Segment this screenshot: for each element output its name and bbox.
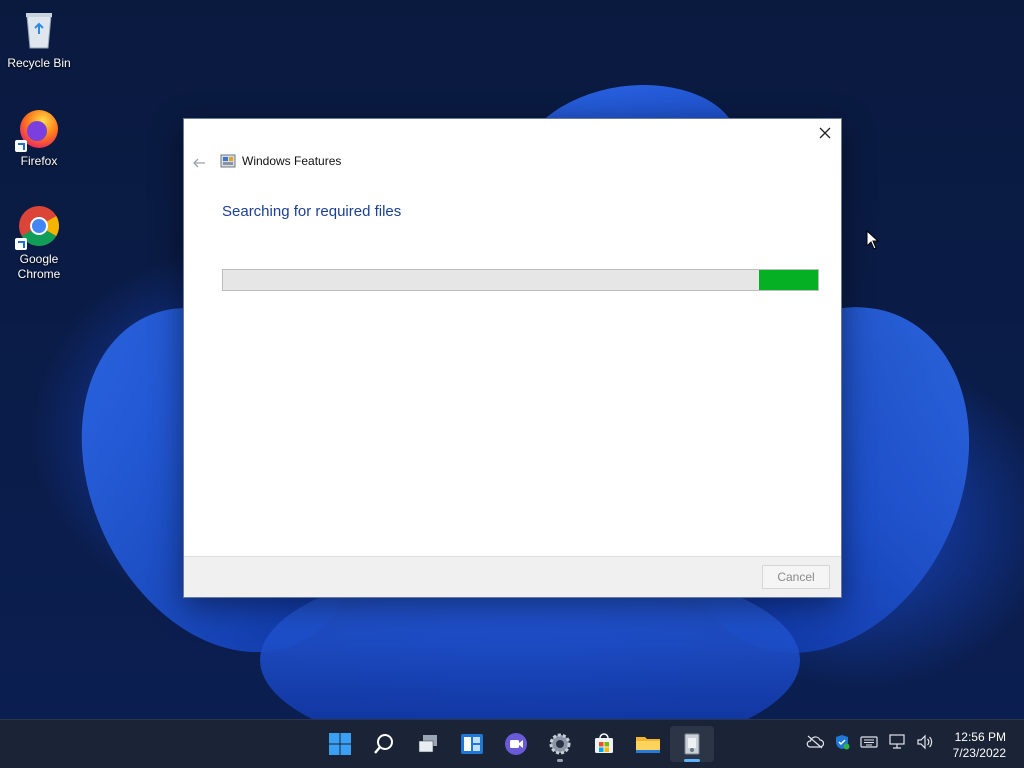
widgets-icon [461, 734, 483, 754]
clock-date: 7/23/2022 [952, 746, 1006, 760]
clock-time: 12:56 PM [954, 730, 1006, 744]
keyboard-icon[interactable] [860, 735, 878, 749]
desktop-icon-label: Google Chrome [17, 252, 61, 281]
task-view-icon [418, 735, 437, 753]
windows-features-icon [684, 733, 700, 755]
cloud-offline-icon[interactable] [806, 735, 824, 749]
close-button[interactable] [809, 119, 841, 147]
task-view-button[interactable] [406, 726, 450, 762]
recycle-bin-icon [17, 8, 61, 52]
progress-bar [222, 269, 819, 291]
desktop-icon-label: Recycle Bin [7, 56, 71, 70]
store-icon [595, 733, 613, 753]
dialog-footer: Cancel [184, 556, 841, 597]
start-button[interactable] [318, 726, 362, 762]
taskbar-apps [318, 726, 714, 762]
search-icon [374, 734, 393, 754]
folder-icon [636, 737, 660, 753]
cancel-button[interactable]: Cancel [762, 565, 830, 589]
system-tray [806, 734, 934, 750]
running-indicator [557, 759, 563, 762]
dialog-title: Windows Features [242, 154, 342, 168]
chat-button[interactable] [494, 726, 538, 762]
dialog-title-bar: Windows Features [220, 153, 341, 169]
chat-icon [505, 733, 527, 755]
back-arrow-icon [193, 158, 205, 168]
widgets-button[interactable] [450, 726, 494, 762]
desktop-icon-google-chrome[interactable]: Google Chrome [0, 204, 78, 282]
windows-logo-icon [329, 733, 351, 755]
network-icon[interactable] [888, 734, 906, 750]
volume-icon[interactable] [916, 734, 934, 750]
close-icon [819, 127, 831, 139]
desktop-icon-recycle-bin[interactable]: Recycle Bin [0, 8, 78, 71]
shortcut-arrow-icon [15, 238, 27, 250]
chrome-icon [15, 204, 61, 250]
settings-button[interactable] [538, 726, 582, 762]
store-button[interactable] [582, 726, 626, 762]
search-button[interactable] [362, 726, 406, 762]
progress-bar-fill [758, 270, 818, 290]
desktop-icon-label: Firefox [20, 154, 58, 168]
file-explorer-button[interactable] [626, 726, 670, 762]
status-heading: Searching for required files [222, 203, 402, 220]
mouse-pointer-icon [866, 230, 880, 250]
desktop-icon-firefox[interactable]: Firefox [0, 106, 78, 169]
windows-features-icon [220, 154, 236, 168]
back-button[interactable] [192, 155, 210, 173]
windows-features-dialog: Windows Features Searching for required … [183, 118, 842, 598]
shortcut-arrow-icon [15, 140, 27, 152]
gear-icon [549, 733, 571, 755]
security-shield-icon[interactable] [834, 734, 850, 750]
active-indicator [684, 759, 700, 762]
taskbar: 12:56 PM 7/23/2022 [0, 719, 1024, 768]
windows-features-taskbar-button[interactable] [670, 726, 714, 762]
firefox-icon [15, 106, 61, 152]
clock[interactable]: 12:56 PM 7/23/2022 [953, 729, 1006, 761]
